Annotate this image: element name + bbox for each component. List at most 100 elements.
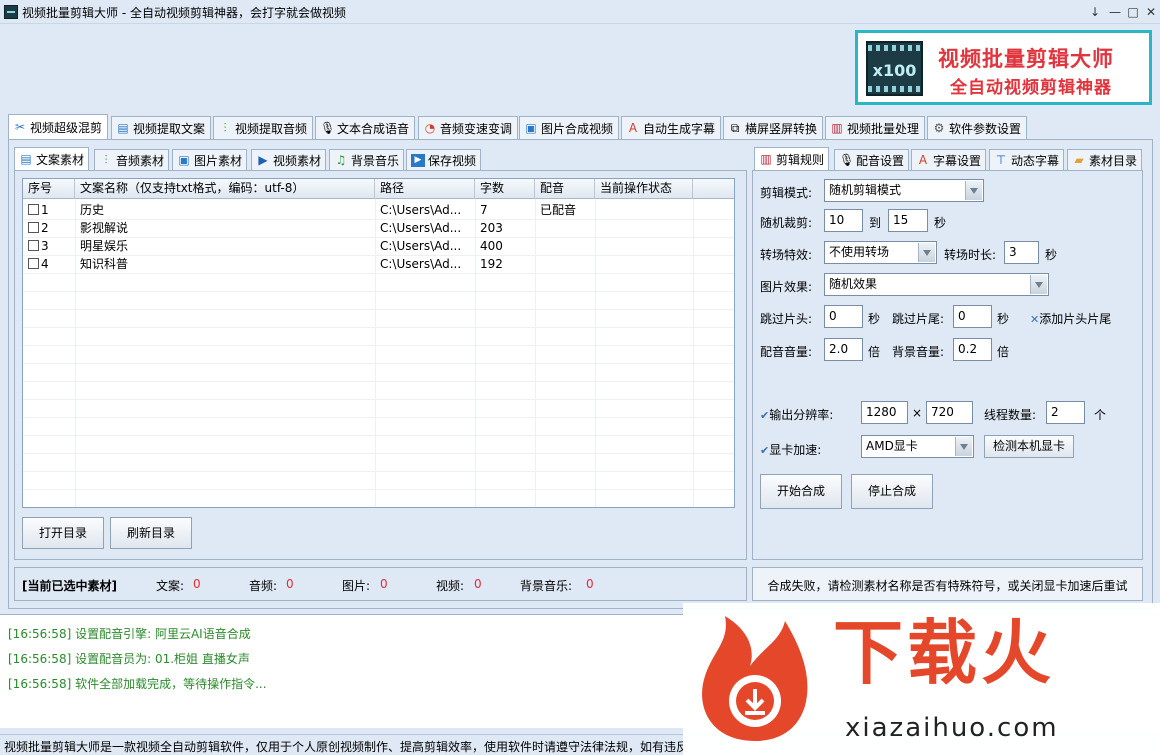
tab-extract-text[interactable]: ▤ 视频提取文案 <box>111 116 212 139</box>
selected-image-count: 0 <box>380 577 388 591</box>
grid-line <box>23 381 734 382</box>
tab-dynamic-subtitle[interactable]: ⊤ 动态字幕 <box>989 149 1065 170</box>
edit-mode-select[interactable]: 随机剪辑模式 <box>824 179 984 202</box>
cell-path: C:\Users\Ad... <box>380 203 462 217</box>
folder-icon: ▰ <box>1074 152 1084 167</box>
skip-tail-input[interactable]: 0 <box>953 305 992 328</box>
column-header-path[interactable]: 路径 <box>375 179 475 199</box>
refresh-dir-button[interactable]: 刷新目录 <box>110 517 192 549</box>
skip-tail-unit: 秒 <box>997 312 1010 326</box>
selected-title: [当前已选中素材] <box>22 579 117 593</box>
skip-head-input[interactable]: 0 <box>824 305 863 328</box>
add-head-tail-toggle[interactable]: ✕添加片头片尾 <box>1030 310 1111 327</box>
skip-tail-label: 跳过片尾: <box>892 312 945 326</box>
tab-batch-process[interactable]: ▥ 视频批量处理 <box>825 116 926 139</box>
tab-image-to-video[interactable]: ▣ 图片合成视频 <box>519 116 620 139</box>
brand-logo: x100 视频批量剪辑大师 全自动视频剪辑神器 <box>855 30 1152 105</box>
tab-audio-speed-pitch[interactable]: ◔ 音频变速变调 <box>418 116 519 139</box>
column-header-count[interactable]: 字数 <box>475 179 535 199</box>
start-synthesis-button[interactable]: 开始合成 <box>760 474 842 509</box>
tab-video-super-mix[interactable]: ✂ 视频超级混剪 <box>8 114 109 140</box>
grid-line <box>23 507 734 508</box>
table-row[interactable]: 2 影视解说 C:\Users\Ad... 203 <box>23 219 734 237</box>
table-row[interactable]: 3 明星娱乐 C:\Users\Ad... 400 <box>23 237 734 255</box>
transition-unit-label: 秒 <box>1045 248 1058 262</box>
column-header-dub[interactable]: 配音 <box>535 179 595 199</box>
selected-image-label: 图片: <box>342 579 371 593</box>
tab-text-to-speech[interactable]: 🎙 文本合成语音 <box>315 116 416 139</box>
image-effect-label: 图片效果: <box>760 280 813 294</box>
resolution-toggle[interactable]: ✔输出分辨率: <box>760 406 833 423</box>
tab-audio-material[interactable]: ⫶ 音频素材 <box>94 149 170 170</box>
transition-duration-input[interactable]: 3 <box>1004 241 1039 264</box>
tab-video-material[interactable]: ▶ 视频素材 <box>251 149 327 170</box>
gpu-accel-toggle[interactable]: ✔显卡加速: <box>760 441 821 458</box>
detect-gpu-button[interactable]: 检测本机显卡 <box>984 435 1074 458</box>
tab-text-material[interactable]: ▤ 文案素材 <box>14 147 90 171</box>
tab-orientation-convert[interactable]: ⧉ 横屏竖屏转换 <box>723 116 824 139</box>
bg-volume-unit: 倍 <box>997 345 1010 359</box>
watermark-title: 下载火 <box>833 612 1055 694</box>
tab-bg-music[interactable]: ♫ 背景音乐 <box>329 149 405 170</box>
gauge-icon: ◔ <box>424 120 436 135</box>
stop-synthesis-button[interactable]: 停止合成 <box>851 474 933 509</box>
resolution-width-input[interactable]: 1280 <box>861 401 908 424</box>
open-dir-button[interactable]: 打开目录 <box>22 517 104 549</box>
cell-path: C:\Users\Ad... <box>380 239 462 253</box>
resolution-height-input[interactable]: 720 <box>926 401 973 424</box>
gpu-select[interactable]: AMD显卡 <box>861 435 974 458</box>
close-button[interactable]: ✕ <box>1142 3 1160 21</box>
audio-wave-icon: ⫶ <box>223 120 227 135</box>
crop-from-input[interactable]: 10 <box>824 209 863 232</box>
column-header-name[interactable]: 文案名称（仅支持txt格式，编码：utf-8） <box>75 179 375 199</box>
flame-logo-icon <box>702 616 808 741</box>
material-table[interactable]: 序号 文案名称（仅支持txt格式，编码：utf-8） 路径 字数 配音 当前操作… <box>22 178 735 508</box>
film-icon: ▥ <box>831 120 843 135</box>
app-icon <box>4 5 18 19</box>
dub-volume-input[interactable]: 2.0 <box>824 338 863 361</box>
table-row[interactable]: 1 历史 C:\Users\Ad... 7 已配音 <box>23 201 734 219</box>
bg-volume-input[interactable]: 0.2 <box>953 338 992 361</box>
logo-title: 视频批量剪辑大师 <box>938 47 1114 71</box>
chevron-down-icon <box>1030 275 1047 294</box>
text-box-icon: ⊤ <box>995 152 1007 167</box>
maximize-button[interactable]: □ <box>1124 3 1142 21</box>
table-row[interactable]: 4 知识科普 C:\Users\Ad... 192 <box>23 255 734 273</box>
row-checkbox[interactable] <box>28 222 39 233</box>
window-title: 视频批量剪辑大师 - 全自动视频剪辑神器，会打字就会做视频 <box>22 6 346 20</box>
row-checkbox[interactable] <box>28 240 39 251</box>
crop-to-input[interactable]: 15 <box>888 209 928 232</box>
column-header-state[interactable]: 当前操作状态 <box>595 179 693 199</box>
play-icon: ▶ <box>258 152 268 167</box>
grid-line <box>23 399 734 400</box>
tab-material-dir[interactable]: ▰ 素材目录 <box>1067 149 1143 170</box>
cell-state <box>595 237 693 255</box>
tab-extract-audio[interactable]: ⫶ 视频提取音频 <box>213 116 314 139</box>
grid-line <box>23 327 734 328</box>
checkmark-icon: ✔ <box>760 444 770 457</box>
tab-edit-rules[interactable]: ▥ 剪辑规则 <box>754 147 830 171</box>
bg-volume-label: 背景音量: <box>892 345 945 359</box>
row-checkbox[interactable] <box>28 258 39 269</box>
image-effect-select[interactable]: 随机效果 <box>824 273 1049 296</box>
transition-select[interactable]: 不使用转场 <box>824 241 937 264</box>
column-header-no[interactable]: 序号 <box>23 179 75 199</box>
grid-line <box>23 219 734 220</box>
tab-settings[interactable]: ⚙ 软件参数设置 <box>927 116 1028 139</box>
tab-image-material[interactable]: ▣ 图片素材 <box>172 149 248 170</box>
collapse-icon[interactable]: ↓ <box>1086 3 1104 21</box>
tab-dub-settings[interactable]: 🎙 配音设置 <box>834 149 910 170</box>
grid-line <box>23 255 734 256</box>
threads-input[interactable]: 2 <box>1046 401 1085 424</box>
grid-line <box>23 417 734 418</box>
tab-save-video[interactable]: ▶ 保存视频 <box>406 149 482 170</box>
cell-dub <box>535 255 595 273</box>
grid-line <box>23 453 734 454</box>
minimize-button[interactable]: — <box>1106 3 1124 21</box>
tab-auto-subtitle[interactable]: A 自动生成字幕 <box>621 116 722 139</box>
tab-subtitle-settings[interactable]: A 字幕设置 <box>911 149 987 170</box>
cell-name: 知识科普 <box>80 257 129 271</box>
row-checkbox[interactable] <box>28 204 39 215</box>
cell-name: 明星娱乐 <box>80 239 129 253</box>
document-icon: ▤ <box>20 152 32 166</box>
